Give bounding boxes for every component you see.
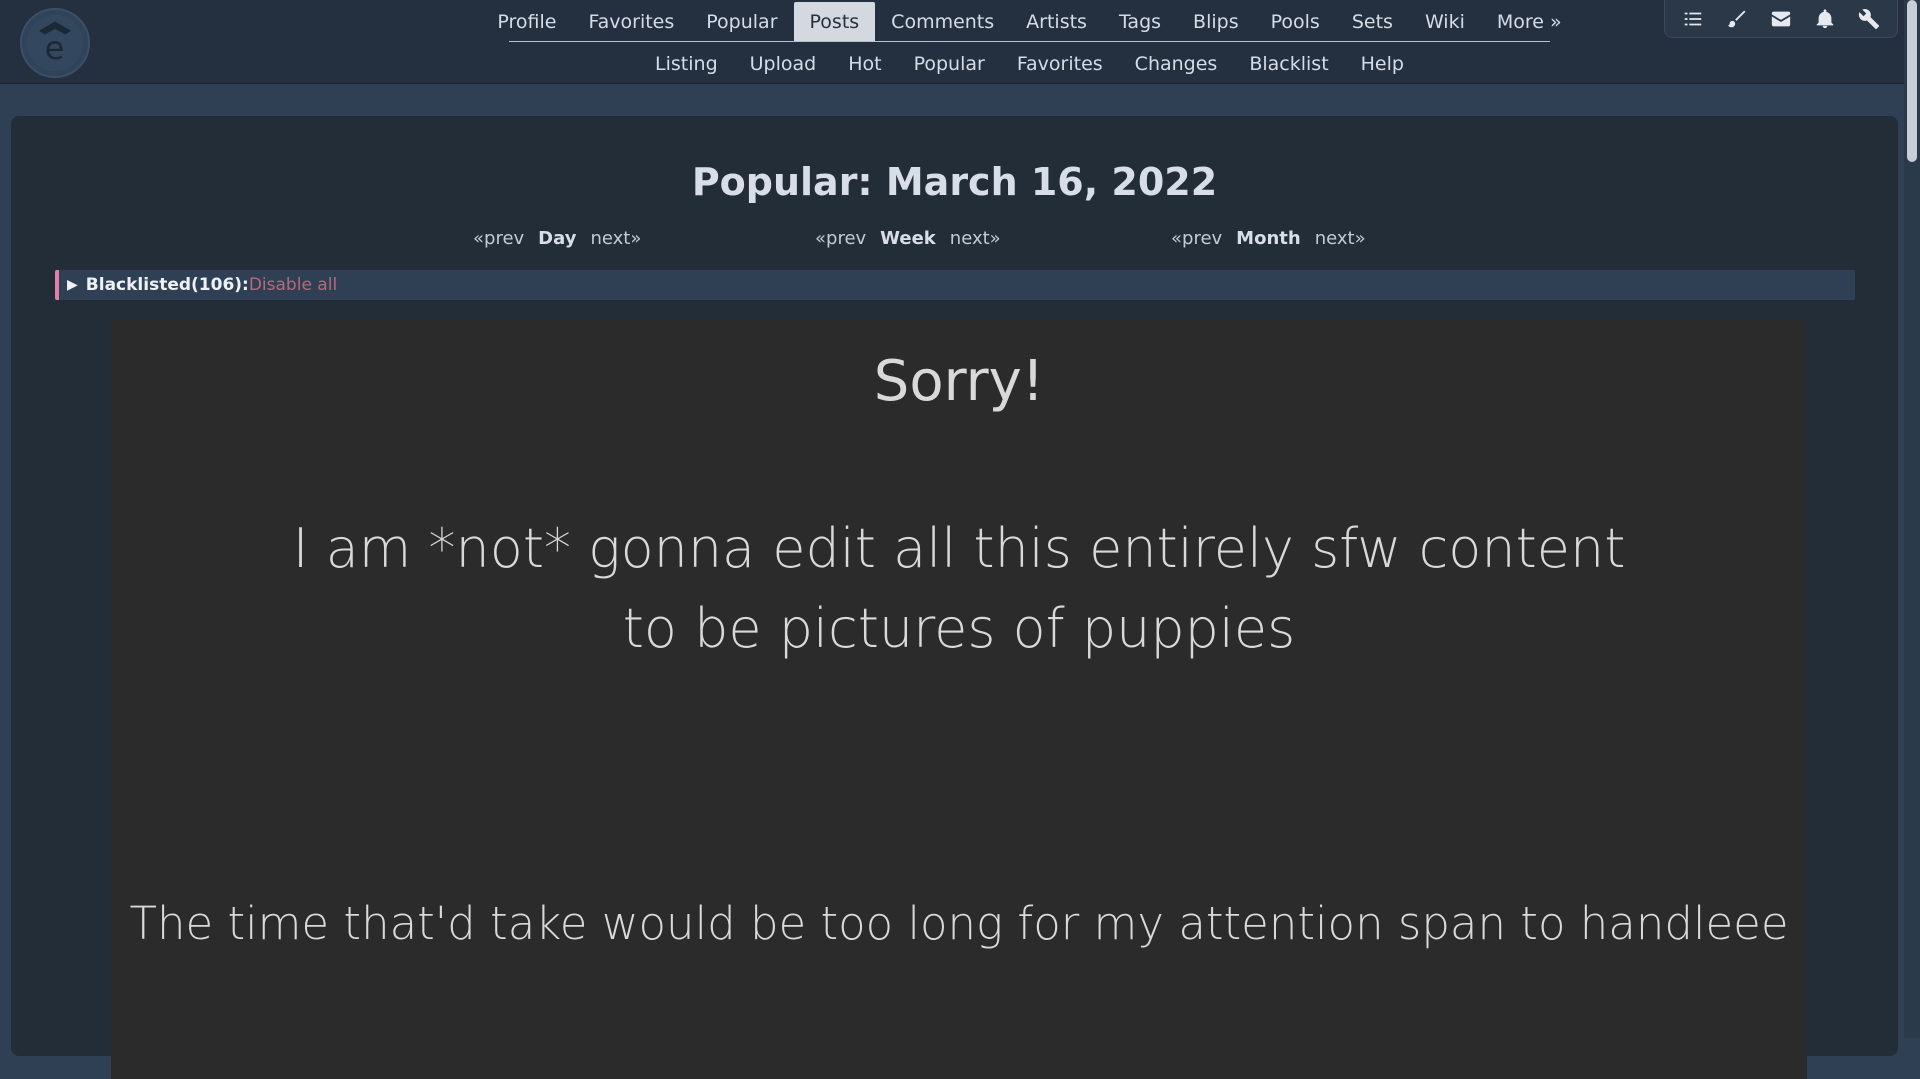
subnav-changes[interactable]: Changes [1119, 46, 1234, 82]
subnav-help[interactable]: Help [1345, 46, 1420, 82]
disable-all-link[interactable]: Disable all [249, 275, 337, 295]
nav-more[interactable]: More » [1481, 2, 1578, 41]
period-nav-month: «prev Month next» [1171, 228, 1366, 249]
period-nav-day: «prev Day next» [473, 228, 641, 249]
top-bar: e Profile Favorites Popular Posts Commen… [0, 0, 1904, 84]
image-message-line1: I am *not* gonna edit all this entirely … [292, 517, 1626, 580]
wrench-icon[interactable] [1855, 5, 1883, 33]
day-next-link[interactable]: next» [590, 228, 641, 249]
nav-favorites[interactable]: Favorites [572, 2, 690, 41]
image-footer-text: The time that'd take would be too long f… [129, 897, 1789, 950]
nav-pools[interactable]: Pools [1255, 2, 1336, 41]
bell-icon[interactable] [1811, 5, 1839, 33]
subnav-hot[interactable]: Hot [832, 46, 897, 82]
week-link[interactable]: Week [880, 228, 936, 249]
blacklist-bar: ▶ Blacklisted(106): Disable all [55, 270, 1855, 300]
nav-blips[interactable]: Blips [1177, 2, 1255, 41]
month-next-link[interactable]: next» [1315, 228, 1366, 249]
toolbox [1664, 0, 1898, 38]
subnav-favorites[interactable]: Favorites [1001, 46, 1119, 82]
month-link[interactable]: Month [1236, 228, 1301, 249]
image-message: I am *not* gonna edit all this entirely … [111, 509, 1807, 669]
day-prev-link[interactable]: «prev [473, 228, 524, 249]
main-nav: Profile Favorites Popular Posts Comments… [497, 2, 1562, 42]
nav-sets[interactable]: Sets [1336, 2, 1409, 41]
subnav-listing[interactable]: Listing [639, 46, 734, 82]
image-message-line2: to be pictures of puppies [622, 597, 1296, 660]
day-link[interactable]: Day [538, 228, 576, 249]
checklist-icon[interactable] [1679, 5, 1707, 33]
blacklisted-count[interactable]: Blacklisted(106): [86, 275, 249, 295]
month-prev-link[interactable]: «prev [1171, 228, 1222, 249]
page-scrollbar[interactable] [1904, 0, 1920, 1038]
week-prev-link[interactable]: «prev [815, 228, 866, 249]
sub-nav: Listing Upload Hot Popular Favorites Cha… [509, 46, 1550, 82]
nav-posts[interactable]: Posts [793, 2, 876, 41]
brush-icon[interactable] [1723, 5, 1751, 33]
nav-wiki[interactable]: Wiki [1409, 2, 1481, 41]
subnav-popular[interactable]: Popular [898, 46, 1001, 82]
week-next-link[interactable]: next» [950, 228, 1001, 249]
nav-comments[interactable]: Comments [875, 2, 1010, 41]
subnav-blacklist[interactable]: Blacklist [1233, 46, 1344, 82]
envelope-icon[interactable] [1767, 5, 1795, 33]
nav-tags[interactable]: Tags [1103, 2, 1177, 41]
scrollbar-thumb[interactable] [1907, 0, 1917, 162]
period-nav-week: «prev Week next» [815, 228, 1001, 249]
site-logo[interactable]: e [20, 8, 90, 78]
nav-popular[interactable]: Popular [690, 2, 793, 41]
nav-profile[interactable]: Profile [481, 2, 572, 41]
content-panel: Popular: March 16, 2022 «prev Day next» … [11, 116, 1898, 1079]
expand-arrow-icon[interactable]: ▶ [67, 277, 78, 293]
post-image[interactable]: Sorry! I am *not* gonna edit all this en… [111, 319, 1807, 1079]
nav-artists[interactable]: Artists [1010, 2, 1103, 41]
page-title: Popular: March 16, 2022 [691, 160, 1218, 204]
logo-icon: e [26, 14, 84, 72]
svg-text:e: e [45, 29, 65, 67]
image-heading: Sorry! [873, 349, 1045, 414]
subnav-upload[interactable]: Upload [734, 46, 833, 82]
